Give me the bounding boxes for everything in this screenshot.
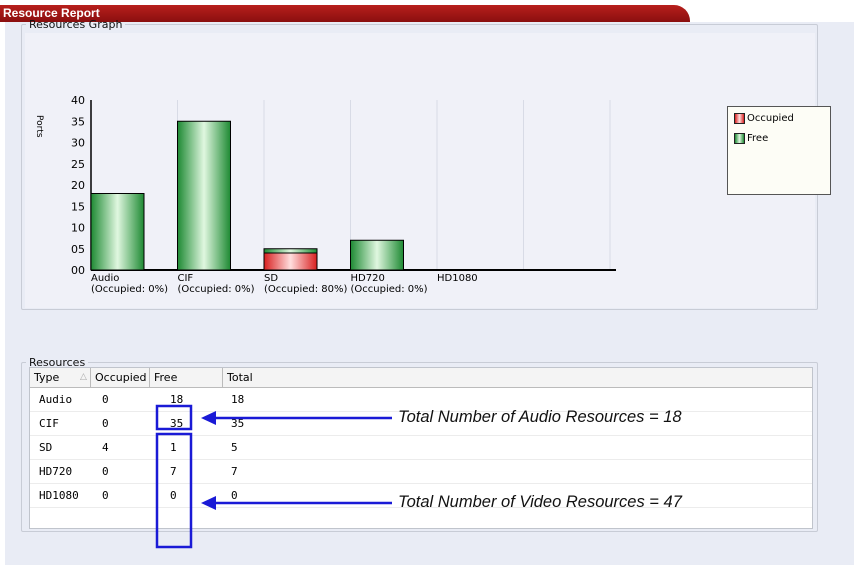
cell-occupied: 0 <box>102 465 109 478</box>
category-label: Audio <box>91 273 119 284</box>
bar-free-audio <box>90 193 145 271</box>
bar-free-hd720 <box>350 239 404 271</box>
category-label: HD1080 <box>437 273 478 284</box>
y-tick-label: 20 <box>71 179 85 192</box>
table-row[interactable]: HD720 0 7 7 <box>30 460 812 484</box>
column-header-type[interactable]: Type △ <box>30 368 91 387</box>
bar-free-cif <box>177 120 231 271</box>
legend-item-free: Free <box>734 133 768 144</box>
y-axis-label: Ports <box>34 115 44 138</box>
cell-free: 0 <box>170 489 177 502</box>
column-header-occupied[interactable]: Occupied <box>91 368 150 387</box>
category-sublabel: (Occupied: 80%) <box>264 284 348 295</box>
cell-occupied: 0 <box>102 393 109 406</box>
category-sublabel: (Occupied: 0%) <box>91 284 168 295</box>
column-header-free[interactable]: Free <box>150 368 223 387</box>
legend-label-occupied: Occupied <box>747 113 794 124</box>
table-row[interactable]: SD 4 1 5 <box>30 436 812 460</box>
free-swatch <box>734 133 745 144</box>
category-sublabel: (Occupied: 0%) <box>178 284 255 295</box>
cell-occupied: 4 <box>102 441 109 454</box>
cell-free: 18 <box>170 393 184 406</box>
y-tick-label: 30 <box>71 137 85 150</box>
category-label: CIF <box>178 273 194 284</box>
close-icon[interactable]: × <box>840 4 847 18</box>
bar-occupied-sd <box>263 252 318 271</box>
cell-type: Audio <box>39 393 73 406</box>
cell-occupied: 0 <box>102 489 109 502</box>
cell-occupied: 0 <box>102 417 109 430</box>
sort-ascending-icon: △ <box>80 372 87 382</box>
category-label: HD720 <box>351 273 385 284</box>
legend-label-free: Free <box>747 133 769 144</box>
cell-total: 0 <box>231 489 238 502</box>
cell-type: HD720 <box>39 465 73 478</box>
video-total-annotation: Total Number of Video Resources = 47 <box>398 493 682 511</box>
cell-type: SD <box>39 441 53 454</box>
cell-total: 18 <box>231 393 245 406</box>
y-tick-label: 25 <box>71 158 85 171</box>
y-tick-label: 10 <box>71 222 85 235</box>
y-tick-label: 05 <box>71 243 85 256</box>
cell-total: 35 <box>231 417 245 430</box>
bar-free-sd <box>263 248 318 254</box>
table-header: Type △ Occupied Free Total <box>30 368 812 388</box>
cell-free: 1 <box>170 441 177 454</box>
column-header-total[interactable]: Total <box>223 368 812 387</box>
category-label: SD <box>264 273 278 284</box>
cell-free: 35 <box>170 417 184 430</box>
chart-legend: Occupied Free <box>727 106 831 195</box>
y-tick-label: 35 <box>71 115 85 128</box>
category-sublabel: (Occupied: 0%) <box>351 284 428 295</box>
cell-total: 7 <box>231 465 238 478</box>
cell-type: CIF <box>39 417 59 430</box>
y-tick-label: 00 <box>71 264 85 277</box>
legend-item-occupied: Occupied <box>734 113 794 124</box>
y-tick-label: 40 <box>71 94 85 107</box>
cell-total: 5 <box>231 441 238 454</box>
y-tick-label: 15 <box>71 200 85 213</box>
resources-graph-legend: Resources Graph <box>29 18 123 31</box>
resources-chart: 000510152025303540PortsAudio(Occupied: 0… <box>34 94 616 295</box>
audio-total-annotation: Total Number of Audio Resources = 18 <box>398 408 682 426</box>
occupied-swatch <box>734 113 745 124</box>
cell-free: 7 <box>170 465 177 478</box>
cell-type: HD1080 <box>39 489 79 502</box>
graph-area: 00 05 10 15 20 25 30 35 40 Ports Audio (Occupied: 0… <box>25 33 831 308</box>
